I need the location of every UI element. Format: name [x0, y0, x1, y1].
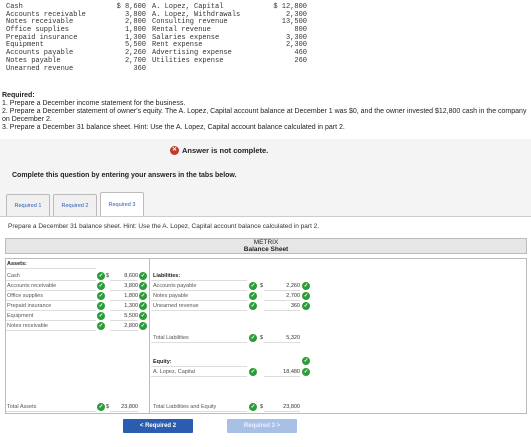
tabs-instruction: Complete this question by entering your …: [12, 172, 237, 179]
tab-required-2[interactable]: Required 2: [53, 194, 97, 216]
check-icon: ✓: [302, 292, 310, 300]
asset-label[interactable]: Accounts receivable: [6, 281, 96, 291]
liability-label[interactable]: Unearned revenue: [151, 301, 247, 311]
check-icon: ✓: [249, 292, 257, 300]
check-icon: ✓: [139, 312, 147, 320]
check-icon: ✓: [249, 403, 257, 411]
trial-balance: Cash $ 8,600 A. Lopez, Capital $ 12,800 Acco…: [6, 3, 336, 74]
company-name: METRIX: [253, 239, 279, 246]
asset-label[interactable]: Cash: [6, 271, 96, 281]
total-liabilities-equity-label: Total Liabilities and Equity: [151, 402, 247, 412]
equity-label[interactable]: A. Lopez, Capital: [151, 367, 247, 377]
currency-symbol: $: [106, 273, 110, 279]
answer-status: ✕ Answer is not complete.: [170, 146, 268, 155]
assets-header: Assets:: [6, 259, 96, 269]
check-icon: ✓: [249, 334, 257, 342]
currency-symbol: $: [260, 283, 264, 289]
balance-sheet: Assets: Cash ✓ $8,600 ✓ Accounts receivable ✓ 3…: [5, 258, 527, 414]
check-icon: ✓: [249, 368, 257, 376]
panel-prompt: Prepare a December 31 balance sheet. Hin…: [8, 223, 320, 230]
liability-value[interactable]: 2,700: [264, 291, 300, 301]
asset-value[interactable]: 8,600: [110, 271, 138, 281]
liabilities-header: Liabilities:: [151, 271, 247, 281]
total-assets-label: Total Assets: [6, 402, 96, 412]
total-liabilities-label: Total Liabilities: [151, 333, 247, 343]
tab-bar: Required 1 Required 2 Required 3: [6, 192, 144, 216]
status-text: Answer is not complete.: [182, 146, 269, 155]
trial-balance-row: Unearned revenue 360: [6, 64, 336, 74]
account-balance: 260: [294, 56, 307, 65]
check-icon: ✓: [139, 302, 147, 310]
requirement-1: 1. Prepare a December income statement f…: [2, 100, 186, 107]
account-name: Unearned revenue: [6, 64, 74, 73]
tab-required-3[interactable]: Required 3: [100, 192, 144, 216]
total-assets-value[interactable]: 23,800: [110, 402, 138, 412]
account-balance: 360: [133, 64, 146, 73]
tab-required-1[interactable]: Required 1: [6, 194, 50, 216]
sheet-title: Balance Sheet: [243, 246, 289, 253]
requirements-title: Required:: [2, 92, 35, 99]
check-icon: ✓: [302, 282, 310, 290]
asset-value[interactable]: 2,800: [110, 321, 138, 331]
account-name: Utilities expense: [152, 56, 224, 65]
requirements: Required: 1. Prepare a December income s…: [2, 92, 530, 132]
x-circle-icon: ✕: [170, 146, 179, 155]
check-icon: ✓: [249, 302, 257, 310]
check-icon: ✓: [97, 282, 105, 290]
asset-label[interactable]: Equipment: [6, 311, 96, 321]
asset-value[interactable]: 3,800: [110, 281, 138, 291]
asset-label[interactable]: Notes receivable: [6, 321, 96, 331]
currency-symbol: $: [260, 404, 264, 410]
prev-required-button[interactable]: < Required 2: [123, 419, 193, 433]
check-icon: ✓: [97, 272, 105, 280]
check-icon: ✓: [97, 302, 105, 310]
check-icon: ✓: [139, 282, 147, 290]
asset-label[interactable]: Office supplies: [6, 291, 96, 301]
equity-value[interactable]: 18,480: [264, 367, 300, 377]
check-icon: ✓: [97, 312, 105, 320]
liability-label[interactable]: Notes payable: [151, 291, 247, 301]
total-liabilities-value[interactable]: 5,320: [264, 333, 300, 343]
check-icon: ✓: [249, 282, 257, 290]
liability-value[interactable]: 2,260: [264, 281, 300, 291]
check-icon: ✓: [97, 322, 105, 330]
currency-symbol: $: [106, 404, 110, 410]
check-icon: ✓: [139, 292, 147, 300]
currency-symbol: $: [260, 335, 264, 341]
liability-value[interactable]: 360: [264, 301, 300, 311]
requirement-3: 3. Prepare a December 31 balance sheet. …: [2, 124, 345, 131]
check-icon: ✓: [139, 272, 147, 280]
total-liabilities-equity-value[interactable]: 23,800: [264, 402, 300, 412]
check-icon: ✓: [97, 403, 105, 411]
asset-value[interactable]: 5,500: [110, 311, 138, 321]
check-icon: ✓: [139, 322, 147, 330]
equity-header: Equity:: [151, 357, 247, 367]
liability-label[interactable]: Accounts payable: [151, 281, 247, 291]
asset-value[interactable]: 1,800: [110, 291, 138, 301]
requirement-2: 2. Prepare a December statement of owner…: [2, 108, 527, 123]
check-icon: ✓: [302, 368, 310, 376]
asset-label[interactable]: Prepaid insurance: [6, 301, 96, 311]
asset-value[interactable]: 1,300: [110, 301, 138, 311]
check-icon: ✓: [97, 292, 105, 300]
check-icon: ✓: [302, 302, 310, 310]
next-required-button[interactable]: Required 3 >: [227, 419, 297, 433]
account-name: [146, 66, 246, 74]
check-icon: ✓: [302, 357, 310, 365]
